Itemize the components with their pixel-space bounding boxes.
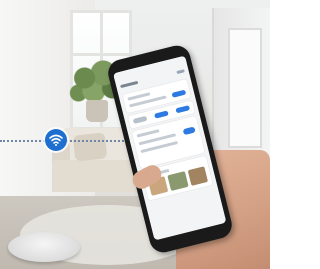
app-button <box>132 115 148 124</box>
menu-icon <box>176 68 185 74</box>
cushion <box>72 132 108 162</box>
app-button <box>171 89 187 98</box>
wifi-icon <box>45 129 67 151</box>
app-button <box>154 110 169 119</box>
app-button <box>175 105 191 114</box>
smart-home-photo <box>0 0 270 269</box>
window-mullion <box>73 53 129 56</box>
plant-pot <box>86 100 108 122</box>
toggle-icon <box>182 126 196 136</box>
thumbnail <box>187 166 209 186</box>
thumbnail <box>167 171 189 191</box>
robot-vacuum <box>8 232 80 262</box>
app-title-placeholder <box>119 80 139 88</box>
door-pane <box>228 28 262 148</box>
